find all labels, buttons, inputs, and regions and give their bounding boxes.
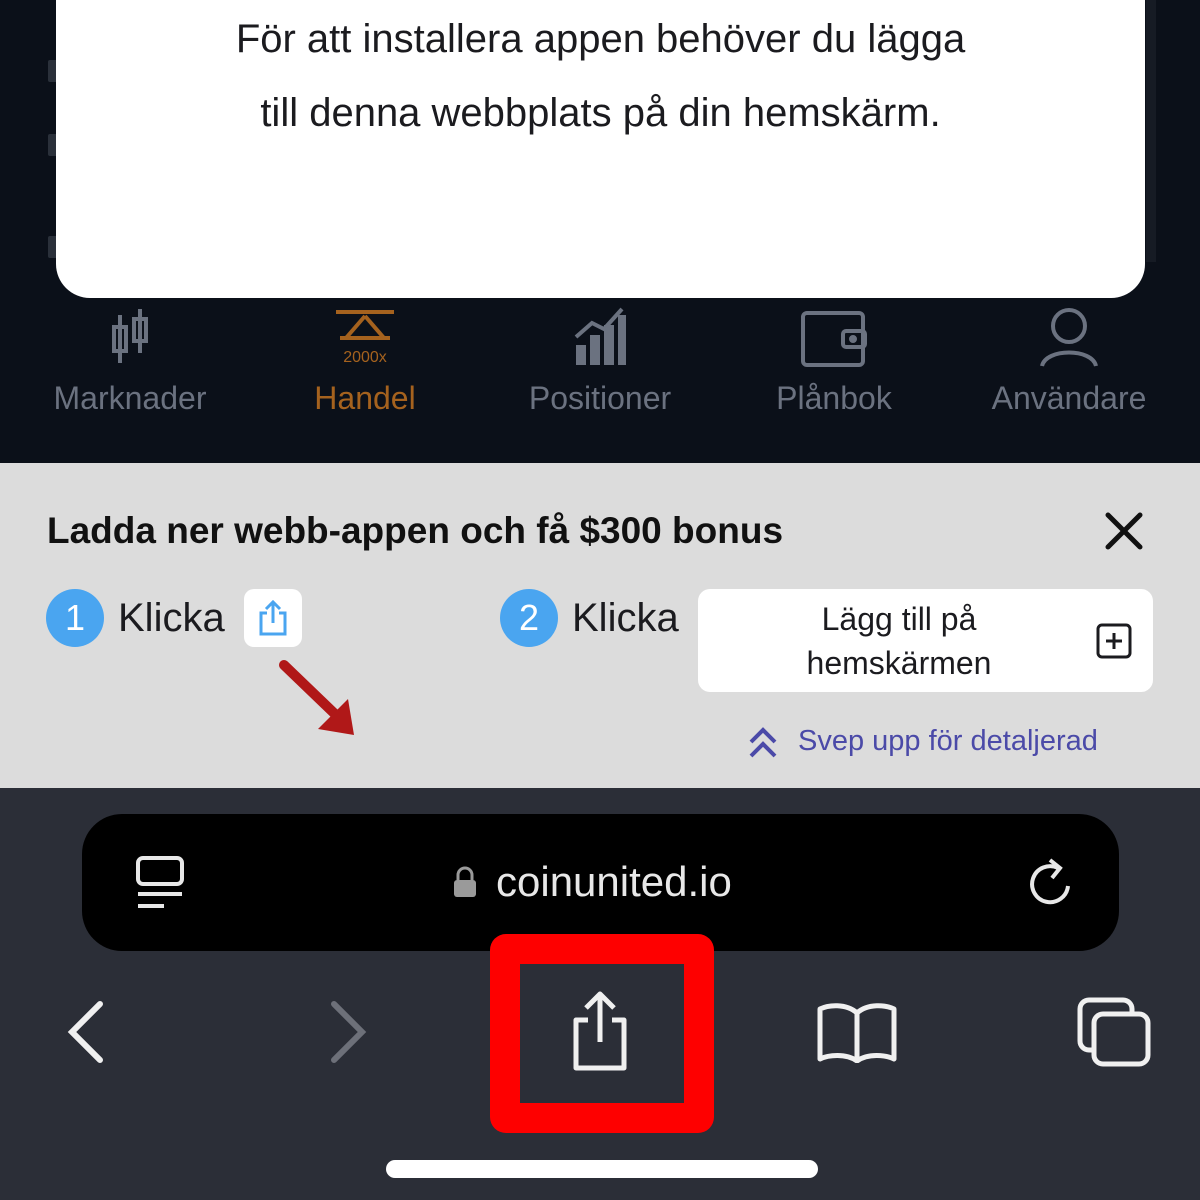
add-to-home-screen-label: Lägg till på hemskärmen [738,597,1060,685]
add-home-line2: hemskärmen [806,645,992,681]
bar-chart-icon [485,304,715,370]
nav-label-trade: Handel [314,380,416,416]
step-2: 2 Klicka [500,589,679,647]
nav-label-user: Användare [991,380,1147,416]
url-text: coinunited.io [496,858,732,905]
tabs-button[interactable] [1072,984,1156,1080]
nav-item-wallet[interactable]: Plånbok [719,300,949,460]
step-1-number: 1 [46,589,104,647]
nav-item-markets[interactable]: Marknader [15,300,245,460]
forward-button[interactable] [320,984,376,1080]
install-instructions-line2: till denna webbplats på din hemskärm. [260,91,941,135]
share-button-highlight [490,934,714,1133]
banner-title: Ladda ner webb-appen och få $300 bonus [47,510,784,551]
nav-label-wallet: Plånbok [776,380,892,416]
double-chevron-up-icon [749,726,777,757]
add-home-line1: Lägg till på [821,601,977,637]
red-arrow-icon [279,660,354,735]
bookmarks-button[interactable] [814,984,900,1080]
safari-toolbar: coinunited.io [0,788,1200,1200]
step-1: 1 Klicka [46,589,225,647]
download-webapp-banner: Ladda ner webb-appen och få $300 bonus 1… [0,463,1200,788]
wallet-icon [719,304,949,370]
nav-label-markets: Marknader [53,380,207,416]
page-menu-icon[interactable] [134,854,186,914]
home-indicator[interactable] [386,1160,818,1178]
add-to-home-screen-hint: Lägg till på hemskärmen [698,589,1153,692]
install-instructions-modal: För att installera appen behöver du lägg… [56,0,1145,298]
nav-label-positions: Positioner [528,380,672,416]
user-icon [954,304,1184,370]
candlestick-icon [15,304,245,370]
step-2-label: Klicka [572,595,679,640]
swipe-up-text: Svep upp för detaljerad [798,725,1098,757]
app-bottom-nav: Marknader 2000x Handel Positioner Plånbo… [0,300,1200,460]
trade-leverage-icon: 2000x [250,304,480,370]
step-2-number: 2 [500,589,558,647]
back-button[interactable] [58,984,114,1080]
nav-item-positions[interactable]: Positioner [485,300,715,460]
leverage-badge: 2000x [343,349,387,366]
install-instructions-text: För att installera appen behöver du lägg… [56,2,1145,150]
background-scroll-edge [1146,0,1156,262]
nav-item-trade[interactable]: 2000x Handel [250,300,480,460]
nav-item-user[interactable]: Användare [954,300,1184,460]
swipe-up-hint[interactable]: Svep upp för detaljerad [748,725,1098,758]
share-icon-hint [244,589,302,647]
chevron-right-icon [331,1001,367,1063]
book-icon [817,1003,897,1063]
address-bar[interactable]: coinunited.io [82,814,1119,951]
tabs-icon [1077,997,1151,1067]
install-instructions-line1: För att installera appen behöver du lägg… [235,17,966,61]
share-icon [259,599,287,636]
reload-icon[interactable] [1024,856,1078,910]
chevron-left-icon [67,1001,103,1063]
close-icon [1105,512,1143,550]
close-button[interactable] [1100,507,1148,555]
step-1-label: Klicka [118,595,225,640]
lock-icon [454,866,476,897]
plus-square-icon [1096,623,1132,659]
